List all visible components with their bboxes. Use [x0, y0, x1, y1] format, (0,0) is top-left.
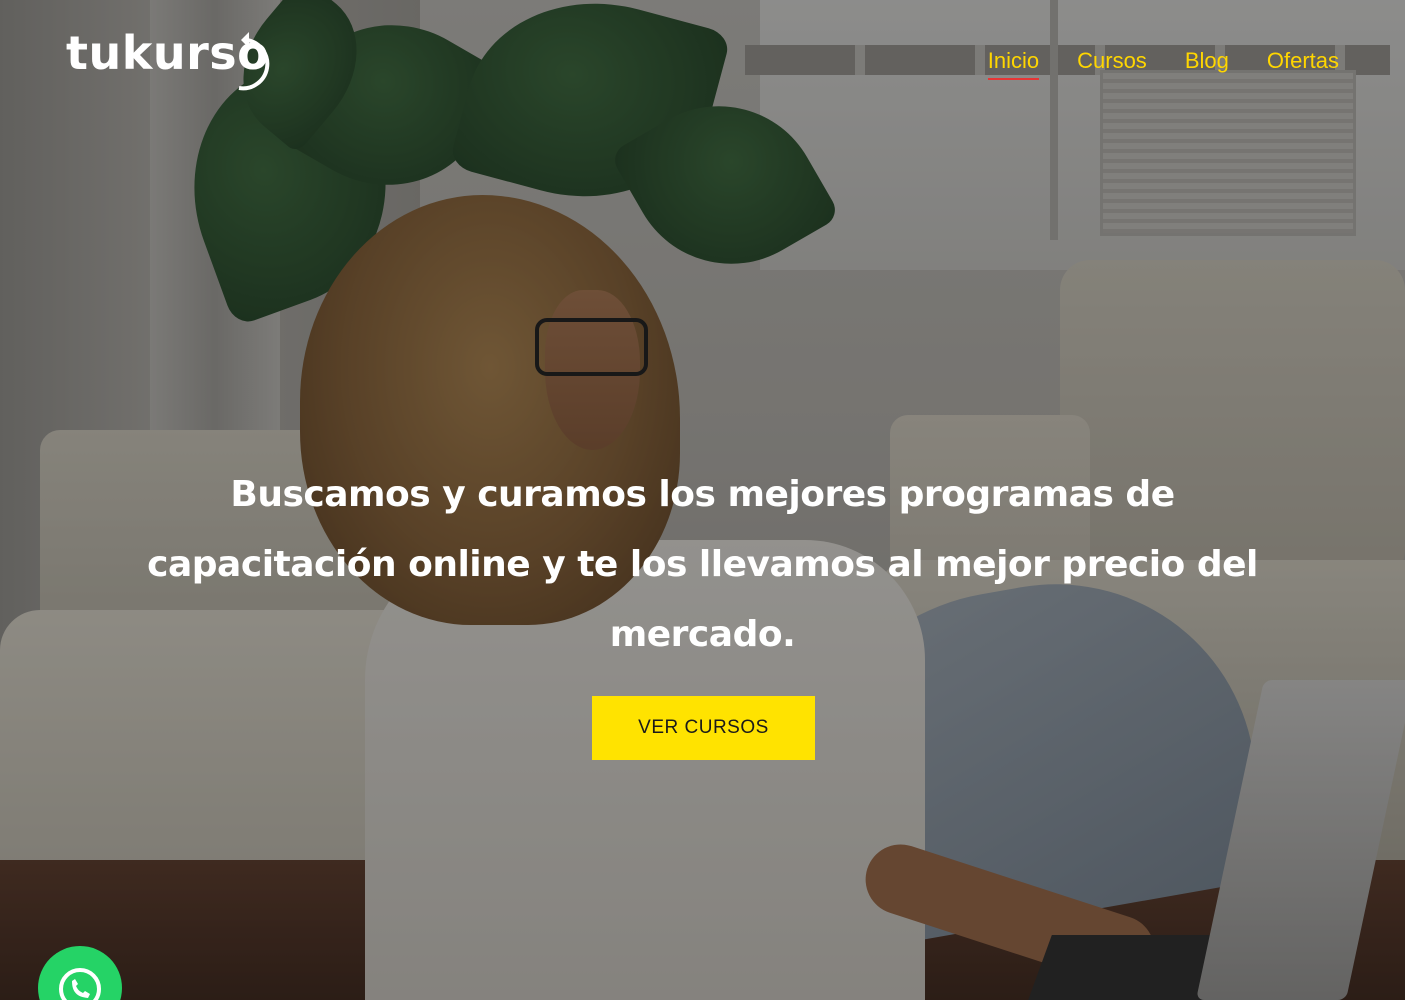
hero-headline: Buscamos y curamos los mejores programas…: [147, 474, 1258, 655]
nav-item-blog[interactable]: Blog: [1185, 48, 1229, 80]
whatsapp-icon: [59, 968, 101, 1000]
ver-cursos-button[interactable]: VER CURSOS: [592, 696, 815, 760]
main-nav: Inicio Cursos Blog Ofertas: [950, 48, 1339, 80]
nav-item-inicio[interactable]: Inicio: [987, 48, 1040, 80]
logo-refresh-icon: [238, 32, 270, 91]
nav-item-ofertas[interactable]: Ofertas: [1267, 48, 1339, 80]
nav-item-cursos[interactable]: Cursos: [1077, 48, 1147, 80]
site-logo[interactable]: tukurso: [66, 30, 270, 91]
hero-section: tukurso Inicio Cursos Blog Ofertas Busca…: [0, 0, 1405, 1000]
